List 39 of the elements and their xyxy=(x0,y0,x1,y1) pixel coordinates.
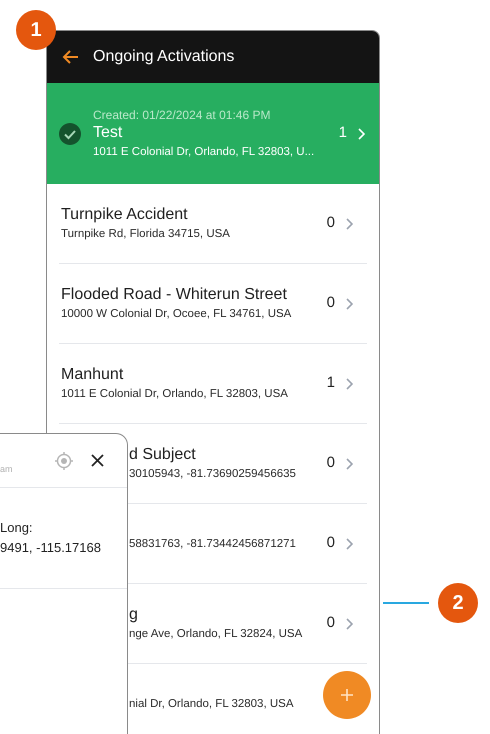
activation-title: Turnpike Accident xyxy=(61,204,189,224)
count-label: 0 xyxy=(326,293,335,314)
activation-title: Manhunt xyxy=(61,364,124,384)
created-date: Created: 01/22/2024 at 01:46 PM xyxy=(93,106,272,122)
callout-line xyxy=(383,602,429,604)
count-label: 1 xyxy=(338,123,347,144)
activation-address: nial Dr, Orlando, FL 32803, USA xyxy=(129,696,294,712)
hint-text: am xyxy=(0,462,13,476)
activation-title: g xyxy=(129,604,139,624)
chevron-right-icon xyxy=(345,218,353,230)
count-label: 0 xyxy=(326,533,335,554)
close-icon[interactable] xyxy=(90,454,104,467)
back-arrow-icon[interactable] xyxy=(61,49,79,65)
count-label: 1 xyxy=(326,373,335,394)
chevron-right-icon xyxy=(345,298,353,310)
activation-address: nge Ave, Orlando, FL 32824, USA xyxy=(129,626,304,642)
longitude-label: Long: xyxy=(0,519,34,537)
chevron-right-icon xyxy=(357,128,365,140)
activation-address: 30105943, -81.73690259456635 xyxy=(129,466,297,482)
screen-title: Ongoing Activations xyxy=(93,47,234,67)
count-label: 0 xyxy=(326,213,335,234)
activation-address: 1011 E Colonial Dr, Orlando, FL 32803, USA xyxy=(61,386,289,402)
activation-address: 58831763, -81.73442456871271 xyxy=(129,536,297,552)
activation-address: Turnpike Rd, Florida 34715, USA xyxy=(61,226,231,242)
count-label: 0 xyxy=(326,453,335,474)
chevron-right-icon xyxy=(345,458,353,470)
activation-title: Flooded Road - Whiterun Street xyxy=(61,284,288,304)
count-label: 0 xyxy=(326,613,335,634)
callout-badge: 1 xyxy=(16,10,56,50)
activation-address: 1011 E Colonial Dr, Orlando, FL 32803, U... xyxy=(93,144,316,160)
activation-title: Test xyxy=(93,122,124,142)
activation-title: d Subject xyxy=(129,444,197,464)
chevron-right-icon xyxy=(345,618,353,630)
plus-icon xyxy=(340,688,354,702)
check-circle-icon xyxy=(59,122,81,144)
activation-address: 10000 W Colonial Dr, Ocoee, FL 34761, USA xyxy=(61,306,292,322)
chevron-right-icon xyxy=(345,538,353,550)
callout-badge: 2 xyxy=(438,583,478,623)
chevron-right-icon xyxy=(345,378,353,390)
